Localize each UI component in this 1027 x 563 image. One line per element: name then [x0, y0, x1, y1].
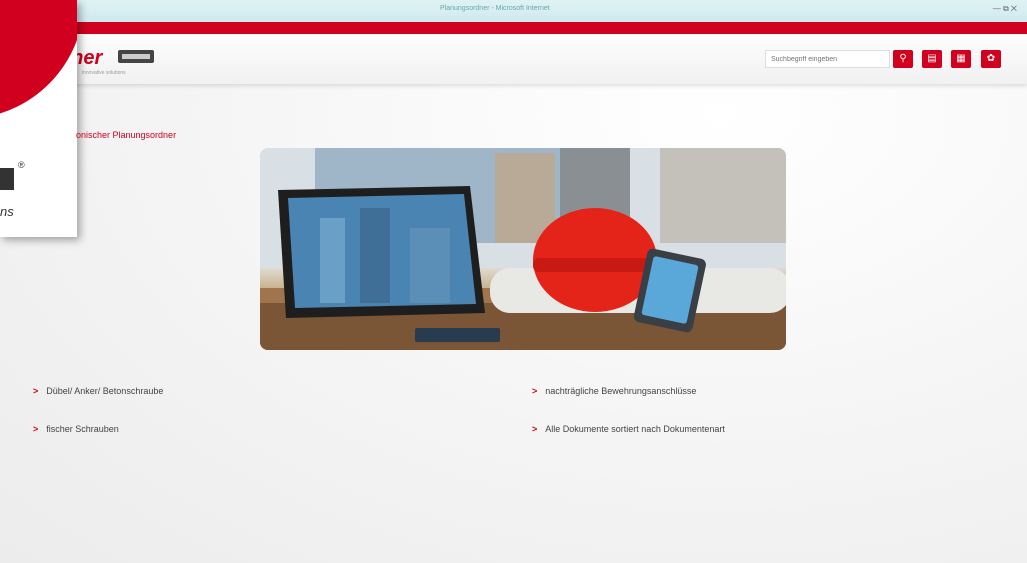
window-titlebar: Planungsordner - Microsoft Internet — ⧉ … — [0, 0, 1027, 23]
brand-bar — [0, 22, 1027, 34]
link-label[interactable]: Dübel/ Anker/ Betonschraube — [46, 386, 163, 396]
site-header: cher innovative solutions ⚲ ▤ ▦ ✿ — [0, 34, 1027, 84]
link-schrauben[interactable]: > fischer Schrauben — [33, 424, 119, 434]
zoom-logo-overlay: ® ns — [0, 0, 77, 237]
document-search-button[interactable]: ▦ — [951, 50, 971, 68]
window-title: Planungsordner - Microsoft Internet — [440, 5, 550, 12]
brand-swoosh — [0, 0, 77, 135]
hero-illustration — [260, 148, 786, 350]
registered-mark: ® — [18, 160, 25, 170]
chevron-right-icon: > — [33, 424, 39, 434]
search-button[interactable]: ⚲ — [893, 50, 913, 68]
link-label[interactable]: Alle Dokumente sortiert nach Dokumentena… — [545, 424, 725, 434]
link-label[interactable]: fischer Schrauben — [46, 424, 119, 434]
link-duebel[interactable]: > Dübel/ Anker/ Betonschraube — [33, 386, 163, 396]
page-title: onischer Planungsordner — [76, 130, 177, 140]
chevron-right-icon: > — [532, 424, 538, 434]
chevron-right-icon: > — [532, 386, 538, 396]
logo-subtitle: innovative solutions — [82, 70, 126, 76]
logo-mark-icon — [0, 168, 14, 190]
link-alle-dokumente[interactable]: > Alle Dokumente sortiert nach Dokumente… — [532, 424, 725, 434]
search-input[interactable] — [765, 50, 890, 68]
link-label[interactable]: nachträgliche Bewehrungsanschlüsse — [545, 386, 696, 396]
link-bewehrung[interactable]: > nachträgliche Bewehrungsanschlüsse — [532, 386, 696, 396]
logo-mark-icon — [118, 50, 154, 63]
catalog-button[interactable]: ▤ — [922, 50, 942, 68]
chevron-right-icon: > — [33, 386, 39, 396]
logo-fragment-text: ns — [0, 204, 14, 219]
settings-button[interactable]: ✿ — [981, 50, 1001, 68]
hero-image — [260, 148, 786, 350]
window-controls[interactable]: — ⧉ ✕ — [993, 4, 1017, 14]
